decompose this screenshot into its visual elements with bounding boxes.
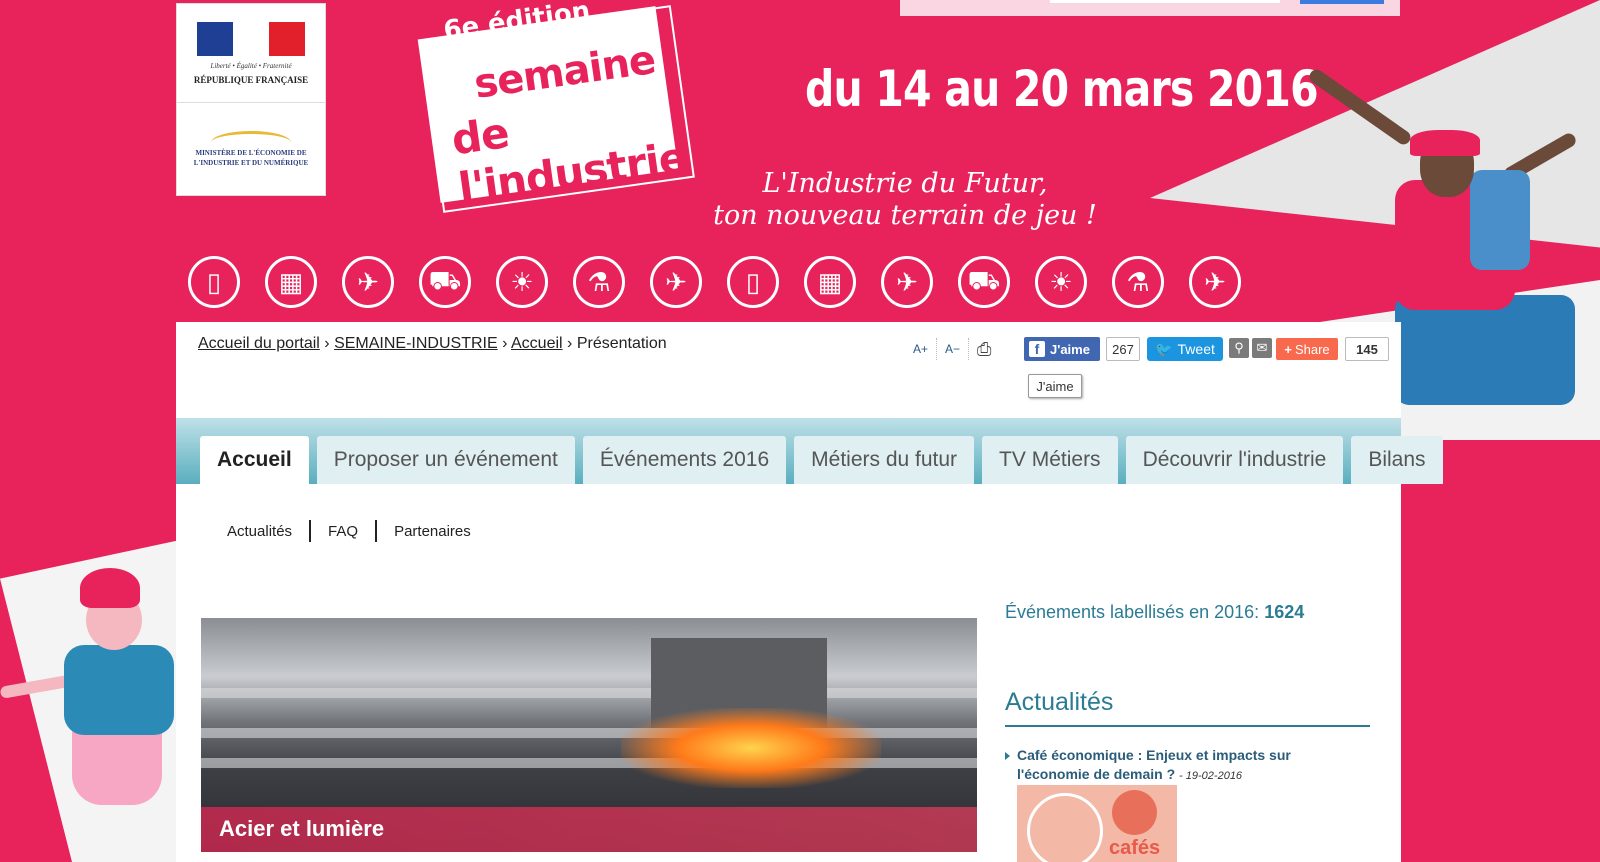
main-tabs: Accueil Proposer un événement Événements… — [200, 436, 1443, 484]
subnav-partenaires[interactable]: Partenaires — [377, 523, 488, 540]
breadcrumb-separator: › — [324, 335, 330, 352]
slogan-line2: ton nouveau terrain de jeu ! — [713, 200, 1097, 231]
sector-icon-row: ▯ ▦ ✈ ⛟ ☀ ⚗ ✈ ▯ ▦ ✈ ⛟ ☀ ⚗ ✈ — [188, 256, 1241, 308]
share-button[interactable]: + Share — [1276, 338, 1338, 360]
plane-icon: ✈ — [1189, 256, 1241, 308]
events-stat: Événements labellisés en 2016: 1624 — [1005, 602, 1304, 623]
news-date: 19-02-2016 — [1185, 770, 1243, 782]
rf-name: RÉPUBLIQUE FRANÇAISE — [193, 75, 309, 85]
share-label: Share — [1294, 341, 1330, 357]
plane-icon: ✈ — [650, 256, 702, 308]
mobile-icon: ▯ — [727, 256, 779, 308]
illustration-part — [1470, 170, 1530, 270]
truck-icon: ⛟ — [958, 256, 1010, 308]
illustration-part — [64, 645, 174, 735]
illustration-part — [1395, 295, 1575, 405]
hero-caption[interactable]: Acier et lumière — [219, 816, 384, 842]
truck-icon: ⛟ — [419, 256, 471, 308]
slogan: L'Industrie du Futur, ton nouveau terrai… — [670, 168, 1140, 232]
search-input[interactable] — [1050, 0, 1280, 3]
drone-icon: ✈ — [342, 256, 394, 308]
breadcrumb: Accueil du portail › SEMAINE-INDUSTRIE ›… — [198, 335, 667, 353]
wind-solar-icon: ☀ — [1035, 256, 1087, 308]
breadcrumb-link[interactable]: Accueil — [511, 335, 563, 352]
republique-francaise-logo[interactable]: Liberté • Égalité • Fraternité RÉPUBLIQU… — [176, 3, 326, 103]
tab-metiers-futur[interactable]: Métiers du futur — [794, 436, 975, 484]
share-count: 145 — [1345, 337, 1389, 361]
tab-accueil[interactable]: Accueil — [200, 436, 309, 484]
chemistry-icon: ⚗ — [1112, 256, 1164, 308]
facebook-icon: f — [1029, 341, 1045, 357]
mobile-icon: ▯ — [188, 256, 240, 308]
tab-proposer-evenement[interactable]: Proposer un événement — [316, 436, 575, 484]
facebook-like-button[interactable]: f J'aime — [1024, 337, 1100, 361]
facebook-like-label: J'aime — [1050, 341, 1090, 357]
events-stat-label: Événements labellisés en 2016: — [1005, 602, 1260, 622]
font-decrease-button[interactable]: A− — [937, 338, 970, 360]
flag-icon — [197, 22, 305, 56]
hero-image[interactable]: Acier et lumière — [201, 618, 977, 852]
image-detail — [201, 688, 977, 698]
mail-icon[interactable]: ✉ — [1252, 338, 1272, 358]
breadcrumb-separator: › — [502, 335, 508, 352]
divider — [1005, 725, 1370, 727]
illustration-part — [80, 568, 140, 608]
wind-solar-icon: ☀ — [496, 256, 548, 308]
tab-bilans[interactable]: Bilans — [1351, 436, 1443, 484]
thumbnail-detail — [1027, 793, 1103, 862]
image-detail — [621, 708, 881, 788]
news-thumbnail[interactable]: cafés — [1017, 785, 1177, 862]
tab-decouvrir-industrie[interactable]: Découvrir l'industrie — [1125, 436, 1344, 484]
events-stat-value: 1624 — [1264, 602, 1305, 622]
link-icon[interactable]: ⚲ — [1229, 338, 1249, 358]
factory-icon: ▦ — [265, 256, 317, 308]
top-search-bar — [900, 0, 1400, 16]
subnav-actualites[interactable]: Actualités — [210, 523, 309, 540]
event-dates: du 14 au 20 mars 2016 — [805, 60, 1319, 118]
ministry-name: MINISTÈRE DE L'ÉCONOMIE DE L'INDUSTRIE E… — [193, 149, 309, 167]
search-button[interactable] — [1300, 0, 1384, 4]
facebook-count: 267 — [1106, 337, 1140, 361]
breadcrumb-current: Présentation — [576, 335, 667, 352]
subnav-faq[interactable]: FAQ — [311, 523, 375, 540]
plus-icon: + — [1284, 341, 1292, 357]
tab-tv-metiers[interactable]: TV Métiers — [982, 436, 1118, 484]
ministry-logo[interactable]: MINISTÈRE DE L'ÉCONOMIE DE L'INDUSTRIE E… — [176, 102, 326, 196]
slogan-line1: L'Industrie du Futur, — [762, 168, 1048, 199]
breadcrumb-link[interactable]: Accueil du portail — [198, 335, 320, 352]
like-tooltip: J'aime — [1028, 374, 1082, 398]
news-section-title: Actualités — [1005, 688, 1114, 716]
rf-motto: Liberté • Égalité • Fraternité — [210, 62, 292, 70]
thumbnail-detail — [1112, 790, 1157, 835]
print-icon[interactable]: ⎙ — [969, 338, 999, 360]
news-item[interactable]: Café économique : Enjeux et impacts sur … — [1005, 746, 1335, 786]
breadcrumb-link[interactable]: SEMAINE-INDUSTRIE — [334, 335, 498, 352]
tweet-label: Tweet — [1177, 341, 1215, 357]
font-increase-button[interactable]: A+ — [905, 338, 938, 360]
drone-icon: ✈ — [881, 256, 933, 308]
news-title[interactable]: Café économique : Enjeux et impacts sur … — [1017, 747, 1291, 782]
page-tools: A+ A− ⎙ — [905, 338, 999, 360]
breadcrumb-separator: › — [567, 335, 573, 352]
tweet-button[interactable]: 🐦 Tweet — [1147, 337, 1223, 361]
factory-icon: ▦ — [804, 256, 856, 308]
bullet-arrow-icon — [1005, 752, 1010, 760]
illustration-part — [1410, 130, 1480, 156]
tab-evenements-2016[interactable]: Événements 2016 — [582, 436, 787, 484]
thumbnail-text: cafés — [1109, 837, 1161, 859]
sub-navigation: Actualités FAQ Partenaires — [210, 520, 488, 542]
twitter-icon: 🐦 — [1155, 340, 1173, 357]
chemistry-icon: ⚗ — [573, 256, 625, 308]
